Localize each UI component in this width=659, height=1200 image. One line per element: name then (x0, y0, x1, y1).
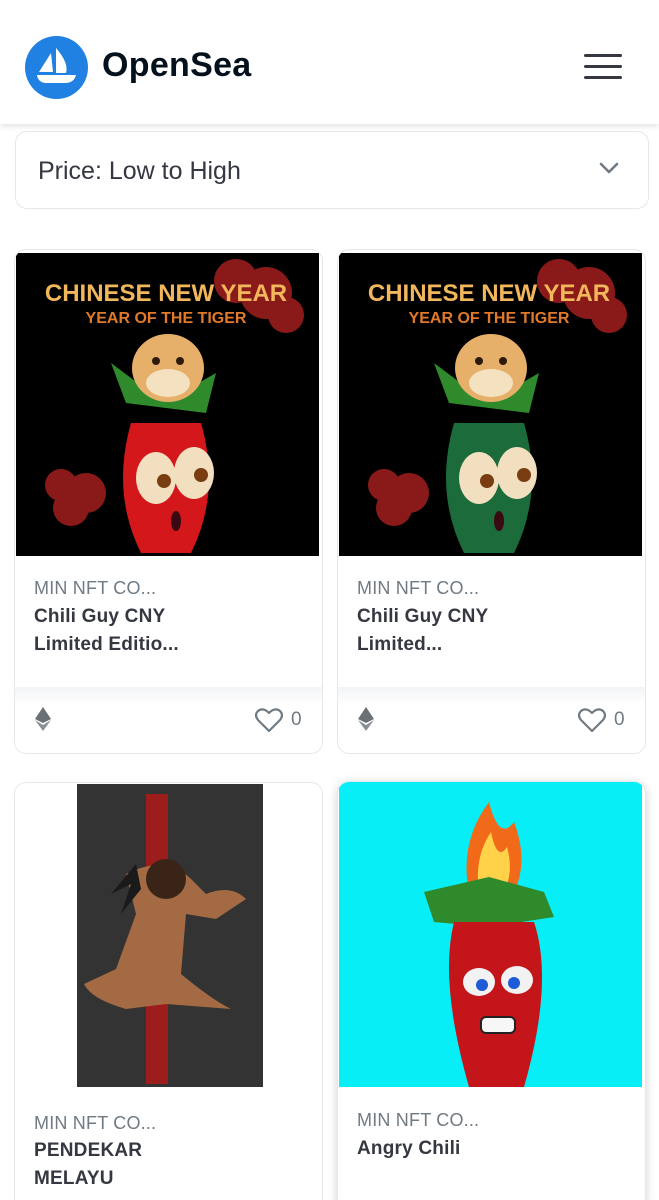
chevron-down-icon (599, 162, 619, 174)
collection-name[interactable]: MIN NFT CO... (34, 1113, 156, 1134)
nft-artwork-image[interactable]: CHINESE NEW YEAR YEAR OF THE TIGER (339, 253, 642, 556)
art-subtitle-text: YEAR OF THE TIGER (409, 310, 570, 327)
collection-name[interactable]: MIN NFT CO... (34, 578, 156, 599)
art-title-text: CHINESE NEW YEAR (45, 280, 287, 307)
hamburger-menu-icon[interactable] (584, 52, 626, 82)
like-count: 0 (614, 709, 625, 730)
card-footer: 0 (338, 687, 645, 753)
nft-card[interactable]: MIN NFT CO... Angry Chili (337, 781, 646, 1200)
brand-name[interactable]: OpenSea (102, 46, 252, 85)
nft-title-continued[interactable]: Limited Editio... (34, 631, 179, 659)
nft-title-continued[interactable]: MELAYU (34, 1165, 142, 1193)
nft-card[interactable]: CHINESE NEW YEAR YEAR OF THE TIGER MIN N… (337, 249, 646, 754)
ethereum-icon (358, 707, 374, 731)
nft-card[interactable]: CHINESE NEW YEAR YEAR OF THE TIGER MIN N… (14, 249, 323, 754)
nft-title[interactable]: Angry Chili (357, 1135, 461, 1163)
nft-artwork-image[interactable] (339, 782, 642, 1087)
collection-name[interactable]: MIN NFT CO... (357, 578, 479, 599)
art-subtitle-text: YEAR OF THE TIGER (86, 310, 247, 327)
collection-name[interactable]: MIN NFT CO... (357, 1110, 479, 1131)
nft-artwork-image[interactable] (16, 784, 319, 1087)
nft-artwork-image[interactable]: CHINESE NEW YEAR YEAR OF THE TIGER (16, 253, 319, 556)
nft-title[interactable]: Chili Guy CNY (357, 603, 488, 631)
nft-title[interactable]: PENDEKAR (34, 1137, 142, 1165)
heart-icon[interactable] (255, 707, 283, 733)
sort-selected-value: Price: Low to High (38, 157, 241, 185)
like-count: 0 (291, 709, 302, 730)
nft-title[interactable]: Chili Guy CNY (34, 603, 179, 631)
sort-dropdown[interactable]: Price: Low to High (15, 131, 649, 209)
nft-title-continued[interactable]: Limited... (357, 631, 488, 659)
heart-icon[interactable] (578, 707, 606, 733)
ethereum-icon (35, 707, 51, 731)
top-header: OpenSea (0, 0, 659, 124)
art-title-text: CHINESE NEW YEAR (368, 280, 610, 307)
card-footer: 0 (15, 687, 322, 753)
nft-card[interactable]: MIN NFT CO... PENDEKAR MELAYU (14, 782, 323, 1200)
opensea-logo-icon[interactable] (25, 36, 88, 99)
